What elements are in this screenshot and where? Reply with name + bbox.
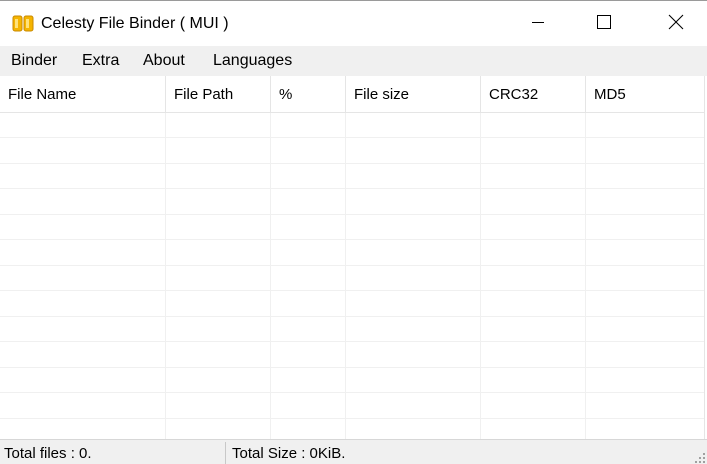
grid-column-line xyxy=(585,113,586,439)
column-header-crc32[interactable]: CRC32 xyxy=(481,76,586,113)
grid-row-line xyxy=(0,367,704,368)
close-icon xyxy=(668,14,684,34)
grid-row-line xyxy=(0,239,704,240)
grid-row-line xyxy=(0,290,704,291)
menu-binder[interactable]: Binder xyxy=(11,51,57,71)
grid-row-line xyxy=(0,137,704,138)
window-title: Celesty File Binder ( MUI ) xyxy=(41,15,229,32)
close-button[interactable] xyxy=(653,1,699,46)
status-separator xyxy=(225,442,226,464)
file-list-header: File Name File Path % File size CRC32 MD… xyxy=(0,76,704,113)
status-bar: Total files : 0. Total Size : 0KiB. xyxy=(0,439,707,464)
column-header-file-size[interactable]: File size xyxy=(346,76,481,113)
status-total-size: Total Size : 0KiB. xyxy=(232,445,346,462)
grid-row-line xyxy=(0,392,704,393)
minimize-icon xyxy=(532,15,544,32)
grid-row-line xyxy=(0,214,704,215)
list-right-border xyxy=(704,76,705,439)
column-label: File size xyxy=(354,86,410,103)
file-list[interactable]: File Name File Path % File size CRC32 MD… xyxy=(0,76,707,439)
binder-app-icon xyxy=(12,15,34,32)
column-header-file-path[interactable]: File Path xyxy=(166,76,271,113)
grid-row-line xyxy=(0,188,704,189)
menu-about[interactable]: About xyxy=(143,51,185,71)
menu-languages[interactable]: Languages xyxy=(213,51,292,71)
grid-column-line xyxy=(165,113,166,439)
column-label: CRC32 xyxy=(489,86,539,103)
column-label: MD5 xyxy=(594,86,626,103)
menu-bar: Binder Extra About Languages xyxy=(0,46,707,76)
column-label: File Name xyxy=(8,86,77,103)
menu-extra[interactable]: Extra xyxy=(82,51,119,71)
maximize-button[interactable] xyxy=(581,1,627,46)
grid-column-line xyxy=(345,113,346,439)
title-bar[interactable]: Celesty File Binder ( MUI ) xyxy=(0,1,707,46)
column-header-percent[interactable]: % xyxy=(271,76,346,113)
resize-grip-icon[interactable] xyxy=(694,451,706,463)
status-total-files: Total files : 0. xyxy=(4,445,92,462)
minimize-button[interactable] xyxy=(515,1,561,46)
grid-column-line xyxy=(480,113,481,439)
column-header-file-name[interactable]: File Name xyxy=(0,76,166,113)
column-label: % xyxy=(279,86,293,103)
maximize-icon xyxy=(597,14,611,33)
grid-row-line xyxy=(0,163,704,164)
grid-row-line xyxy=(0,418,704,419)
grid-row-line xyxy=(0,341,704,342)
grid-row-line xyxy=(0,316,704,317)
column-label: File Path xyxy=(174,86,234,103)
grid-column-line xyxy=(270,113,271,439)
grid-row-line xyxy=(0,265,704,266)
column-header-md5[interactable]: MD5 xyxy=(586,76,704,113)
